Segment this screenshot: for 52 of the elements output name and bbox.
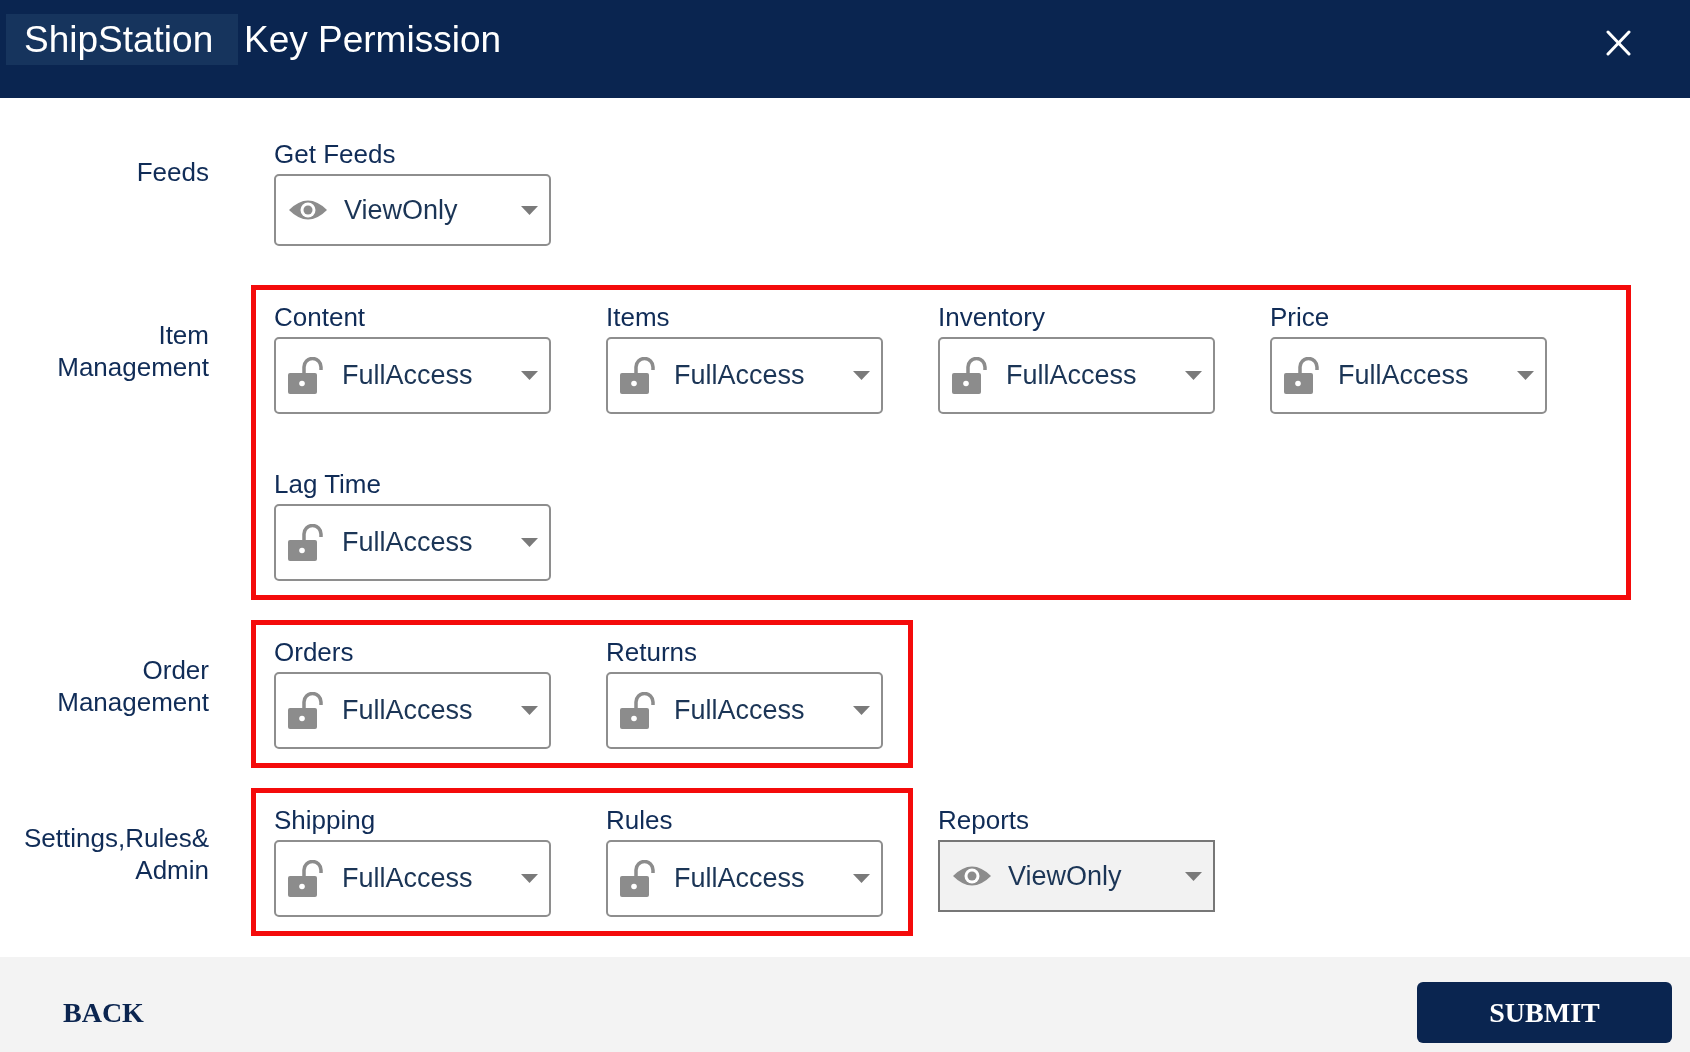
caret-down-icon (521, 538, 538, 547)
caret-down-icon (521, 874, 538, 883)
open-padlock-icon (620, 860, 658, 897)
permission-dropdown[interactable]: FullAccess (274, 672, 551, 749)
permission-dropdown[interactable]: FullAccess (274, 504, 551, 581)
open-padlock-icon (620, 357, 658, 394)
caret-down-icon (853, 706, 870, 715)
dialog-title: Key Permission (244, 17, 502, 62)
submit-button[interactable]: SUBMIT (1417, 982, 1672, 1043)
eye-icon (952, 864, 992, 888)
section-label: Feeds (135, 156, 209, 188)
caret-down-icon (1185, 871, 1202, 881)
section-label: Item Management (56, 319, 209, 383)
field-label: Orders (274, 637, 355, 667)
caret-down-icon (1517, 371, 1534, 380)
eye-icon (288, 198, 328, 222)
open-padlock-icon (288, 357, 326, 394)
field-label: Rules (606, 805, 674, 835)
permission-dropdown[interactable]: FullAccess (606, 840, 883, 917)
app-name: ShipStation (6, 14, 238, 65)
back-button[interactable]: BACK (63, 991, 144, 1034)
permission-dropdown[interactable]: FullAccess (274, 840, 551, 917)
caret-down-icon (521, 371, 538, 380)
permission-dropdown[interactable]: FullAccess (274, 337, 551, 414)
open-padlock-icon (288, 860, 326, 897)
permission-dropdown[interactable]: FullAccess (938, 337, 1215, 414)
close-icon[interactable] (1606, 30, 1631, 56)
permission-dropdown[interactable]: FullAccess (606, 337, 883, 414)
field-label: Returns (606, 637, 699, 667)
section-label: Order Management (56, 654, 209, 718)
caret-down-icon (853, 874, 870, 883)
field-label: Lag Time (274, 469, 382, 499)
field-label: Price (1270, 302, 1331, 332)
section-label: Settings,Rules& Admin (23, 822, 209, 886)
open-padlock-icon (288, 524, 326, 561)
caret-down-icon (1185, 371, 1202, 380)
field-label: Shipping (274, 805, 377, 835)
field-label: Get Feeds (274, 139, 397, 169)
field-label: Inventory (938, 302, 1046, 332)
permission-dropdown[interactable]: FullAccess (1270, 337, 1547, 414)
permission-dropdown[interactable]: FullAccess (606, 672, 883, 749)
caret-down-icon (521, 706, 538, 715)
field-label: Content (274, 302, 367, 332)
field-label: Items (606, 302, 671, 332)
open-padlock-icon (288, 692, 326, 729)
caret-down-icon (853, 371, 870, 380)
open-padlock-icon (620, 692, 658, 729)
open-padlock-icon (1284, 357, 1322, 394)
permission-dropdown[interactable]: ViewOnly (274, 174, 551, 246)
open-padlock-icon (952, 357, 990, 394)
caret-down-icon (521, 205, 538, 215)
field-label: Reports (938, 805, 1031, 835)
